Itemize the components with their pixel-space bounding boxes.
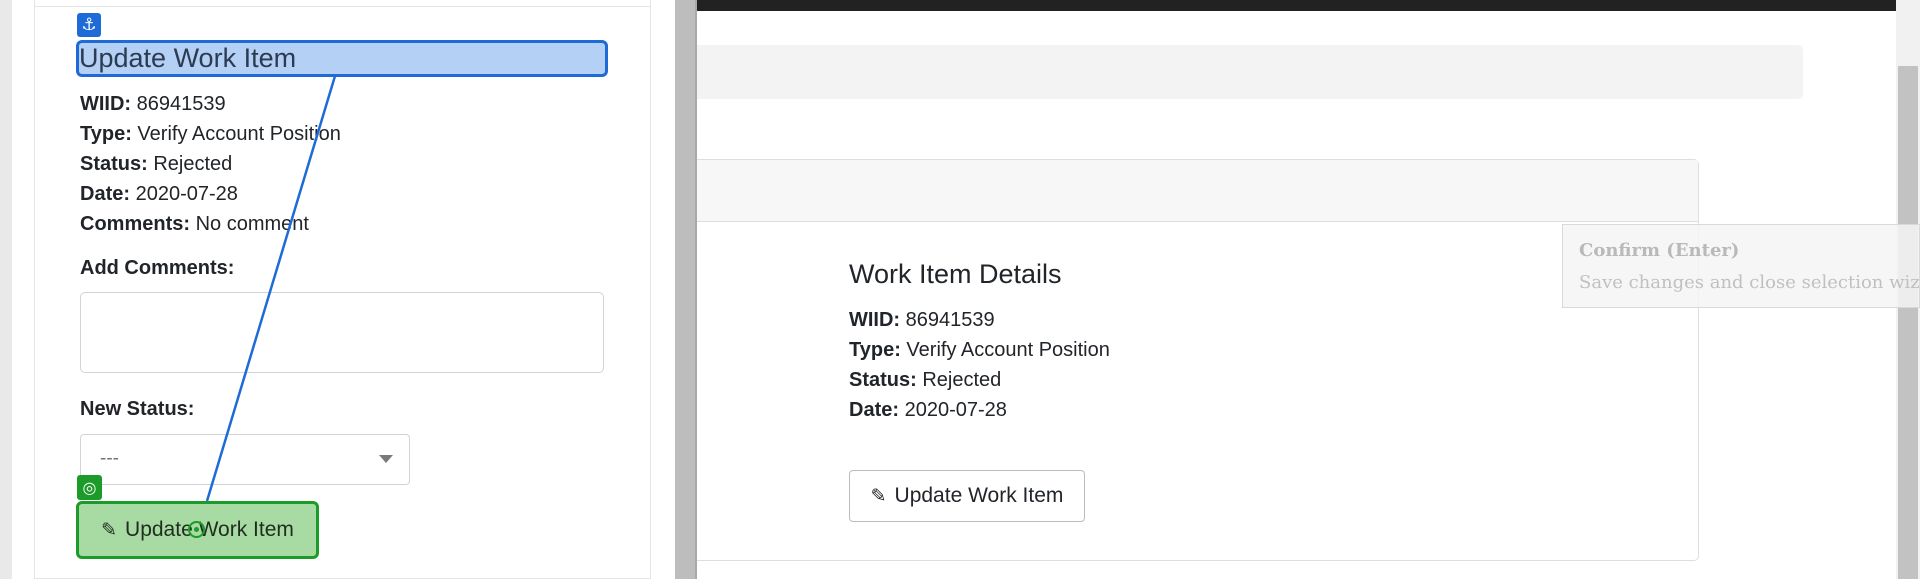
field-comments: Comments: No comment: [80, 212, 309, 236]
anchor-icon[interactable]: ⚓: [77, 13, 101, 37]
panel-edge: [0, 0, 12, 579]
target-icon[interactable]: ◎: [77, 475, 102, 500]
details-title: Work Item Details: [849, 259, 1062, 289]
field-date: Date: 2020-07-28: [80, 182, 238, 206]
scrollbar-thumb[interactable]: [1898, 66, 1918, 579]
breadcrumb: [697, 45, 1803, 99]
pencil-icon: ✎: [101, 519, 118, 541]
field-value: Verify Account Position: [137, 123, 341, 145]
button-label: Update Work Item: [894, 484, 1064, 507]
field-status: Status: Rejected: [80, 152, 232, 176]
detail-type: Type: Verify Account Position: [849, 338, 1110, 362]
new-status-label: New Status:: [80, 398, 195, 420]
field-label: Type:: [80, 123, 132, 145]
button-label: Update Work Item: [125, 518, 294, 541]
add-comments-label: Add Comments:: [80, 257, 235, 279]
field-label: WIID:: [849, 309, 901, 331]
tooltip-title: Confirm (Enter): [1579, 240, 1740, 261]
status-select[interactable]: [80, 434, 410, 485]
update-card: [34, 0, 651, 579]
field-label: Date:: [80, 183, 131, 205]
detail-status: Status: Rejected: [849, 368, 1001, 392]
field-label: Status:: [849, 369, 917, 391]
card-divider: [34, 6, 651, 7]
field-label: Type:: [849, 339, 901, 361]
field-value: Rejected: [153, 153, 233, 175]
pencil-icon: ✎: [870, 485, 887, 507]
field-label: Comments:: [80, 213, 191, 235]
field-value: 2020-07-28: [904, 399, 1007, 421]
field-value: 2020-07-28: [135, 183, 238, 205]
split-divider[interactable]: [675, 0, 697, 579]
confirm-tooltip: [1562, 224, 1920, 308]
detail-date: Date: 2020-07-28: [849, 398, 1007, 422]
field-value: No comment: [195, 213, 309, 235]
field-label: WIID:: [80, 93, 132, 115]
field-type: Type: Verify Account Position: [80, 122, 341, 146]
chevron-down-icon: [379, 455, 393, 463]
field-wiid: WIID: 86941539: [80, 92, 226, 116]
panel-title: Update Work Item: [79, 43, 297, 73]
field-value: 86941539: [136, 93, 226, 115]
field-label: Status:: [80, 153, 148, 175]
tooltip-description: Save changes and close selection wizard.: [1579, 272, 1920, 293]
field-value: Rejected: [922, 369, 1002, 391]
field-value: Verify Account Position: [906, 339, 1110, 361]
field-value: 86941539: [905, 309, 995, 331]
status-select-value: ---: [100, 448, 119, 469]
card-header: [697, 160, 1698, 222]
field-label: Date:: [849, 399, 900, 421]
detail-wiid: WIID: 86941539: [849, 308, 995, 332]
navbar: [697, 0, 1896, 11]
comments-textarea[interactable]: [80, 292, 604, 373]
crosshair-icon: [188, 521, 205, 538]
update-work-item-button[interactable]: ✎ Update Work Item: [849, 470, 1085, 522]
